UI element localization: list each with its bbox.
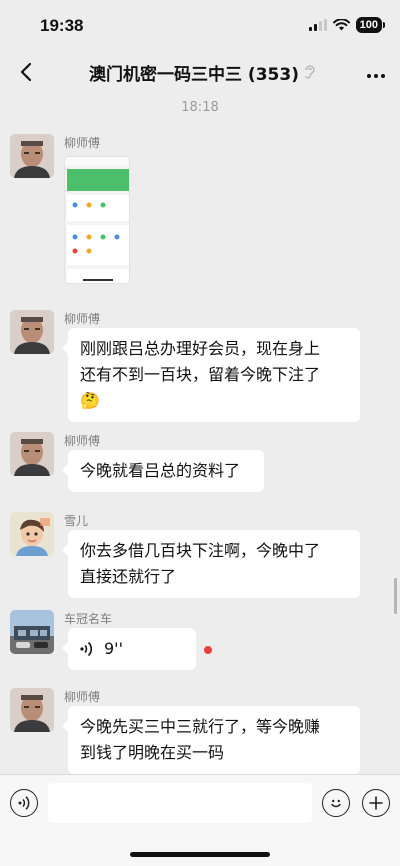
plus-icon (369, 796, 383, 810)
image-message[interactable] (64, 156, 130, 284)
scrollbar[interactable] (394, 578, 397, 614)
message-text: 你去多借几百块下注啊，今晚中了 (80, 541, 321, 560)
unread-dot (204, 646, 212, 654)
message-item: 车冠名车 9'' (10, 610, 390, 674)
message-bubble[interactable]: 今晚先买三中三就行了，等今晚赚 到钱了明晚在买一码 (62, 706, 360, 774)
message-text: 今晚先买三中三就行了，等今晚赚 (80, 717, 321, 736)
chat-timestamp: 18:18 (181, 100, 219, 115)
voice-input-button[interactable] (10, 789, 38, 817)
voice-wave-icon (80, 641, 93, 657)
voice-message-bubble[interactable]: 9'' (62, 628, 196, 670)
message-item: 柳师傅 (10, 134, 390, 294)
status-time: 19:38 (40, 16, 84, 35)
chat-area[interactable]: 18:18 柳师傅 柳师傅 刚刚跟吕总办理好会员，现在身上 还有不到一百块，留着… (0, 94, 400, 774)
message-bubble[interactable]: 今晚就看吕总的资料了 (62, 450, 264, 492)
message-item: 柳师傅 刚刚跟吕总办理好会员，现在身上 还有不到一百块，留着今晚下注了 🤔 (10, 310, 390, 422)
avatar[interactable] (10, 512, 54, 556)
sender-name: 柳师傅 (64, 136, 101, 150)
message-input[interactable] (48, 783, 312, 823)
message-bubble[interactable]: 刚刚跟吕总办理好会员，现在身上 还有不到一百块，留着今晚下注了 🤔 (62, 328, 360, 422)
chat-title: 澳门机密一码三中三 (353) (89, 64, 299, 85)
avatar[interactable] (10, 134, 54, 178)
sender-name: 车冠名车 (64, 612, 113, 626)
avatar[interactable] (10, 610, 54, 654)
ear-icon (305, 65, 315, 79)
message-text: 还有不到一百块，留着今晚下注了 (80, 365, 321, 384)
sender-name: 柳师傅 (64, 434, 101, 448)
home-indicator[interactable] (130, 852, 270, 857)
wifi-icon (332, 19, 350, 31)
message-text: 直接还就行了 (80, 567, 177, 586)
back-button[interactable] (14, 62, 38, 82)
message-text: 到钱了明晚在买一码 (80, 743, 225, 762)
message-item: 雪儿 你去多借几百块下注啊，今晚中了 直接还就行了 (10, 512, 390, 598)
battery-indicator: 100 (355, 17, 386, 33)
chevron-left-icon (20, 62, 32, 82)
message-text: 刚刚跟吕总办理好会员，现在身上 (80, 339, 321, 358)
voice-duration: 9'' (104, 639, 123, 658)
voice-icon (18, 796, 30, 810)
sender-name: 雪儿 (64, 514, 89, 528)
avatar[interactable] (10, 432, 54, 476)
avatar[interactable] (10, 310, 54, 354)
emoji: 🤔 (80, 391, 100, 410)
plus-button[interactable] (362, 789, 390, 817)
emoji-icon (331, 799, 341, 808)
avatar[interactable] (10, 688, 54, 732)
signal-icon (308, 19, 327, 31)
more-button[interactable] (366, 60, 386, 84)
message-bubble[interactable]: 你去多借几百块下注啊，今晚中了 直接还就行了 (62, 530, 360, 598)
sender-name: 柳师傅 (64, 690, 101, 704)
sender-name: 柳师傅 (64, 312, 101, 326)
status-bar: 19:38 100 (0, 0, 400, 50)
message-item: 柳师傅 今晚就看吕总的资料了 (10, 432, 390, 496)
ellipsis-icon (366, 74, 385, 78)
nav-title-wrap: 澳门机密一码三中三 (353) (89, 60, 315, 85)
emoji-button[interactable] (322, 789, 350, 817)
status-icons: 100 (308, 17, 386, 33)
message-item: 柳师傅 今晚先买三中三就行了，等今晚赚 到钱了明晚在买一码 (10, 688, 390, 774)
message-text: 今晚就看吕总的资料了 (80, 461, 241, 480)
nav-bar: 澳门机密一码三中三 (353) (0, 50, 400, 94)
